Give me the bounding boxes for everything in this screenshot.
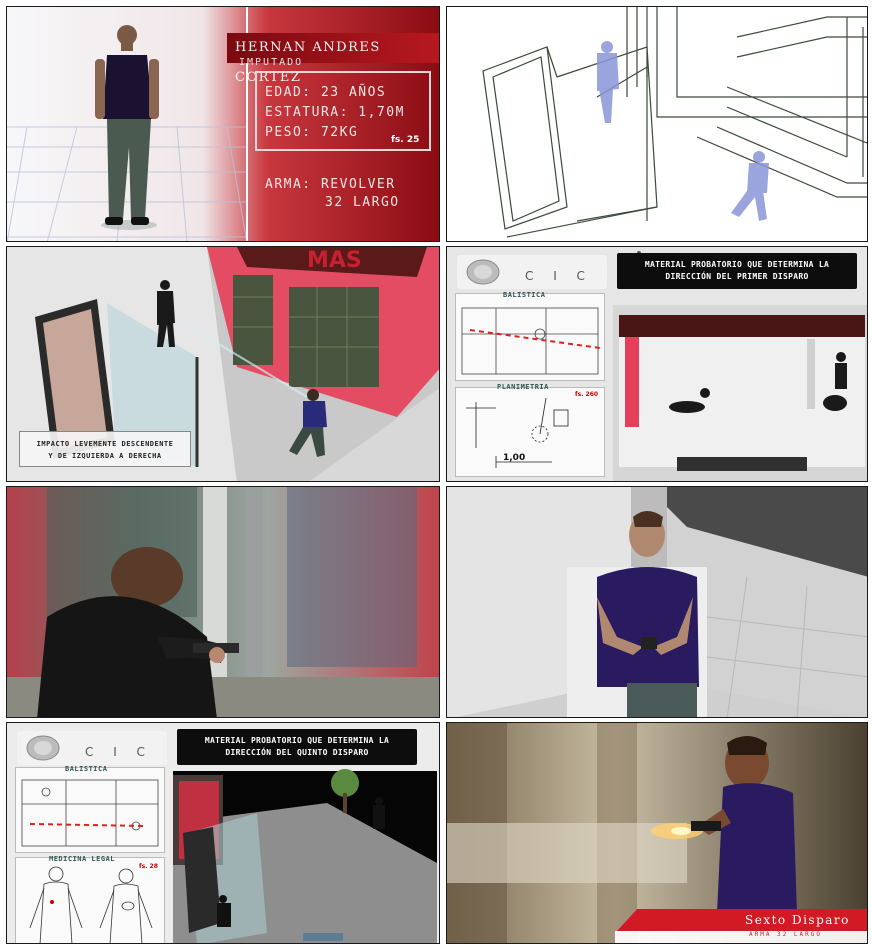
panel-sixth-shot: Sexto Disparo Arma 32 largo: [446, 722, 868, 944]
suspect-weapon-line2: 32 Largo: [325, 195, 400, 210]
sixth-shot-title: Sexto Disparo: [745, 913, 850, 927]
suspect-weight: Peso: 72kg: [265, 125, 359, 140]
planimetry-measure: 1,00: [503, 453, 526, 463]
evidence-title-line1: Material Probatorio que determina la: [644, 260, 830, 269]
trajectory-caption-line1: Impacto levemente descendente: [36, 440, 174, 448]
sixth-shot-subbar: [615, 931, 867, 943]
cic-emblem-icon: [466, 259, 500, 285]
planimetry-label: Planimetria: [497, 383, 549, 391]
suspect-fs-ref: fs. 25: [391, 135, 420, 145]
cic-logo-box-2: C I C: [17, 731, 167, 765]
planimetry-fs-ref: fs. 260: [575, 391, 599, 398]
forensic-reconstruction-grid: Hernan Andres Cortez Imputado Edad: 23 a…: [0, 0, 872, 947]
legal-medicine-label: Medicina Legal: [49, 855, 116, 863]
planimetry-sketch: [466, 397, 569, 468]
evidence-title-2-line1: Material Probatorio que determina la: [204, 736, 390, 745]
ballistics-label: Balistica: [503, 291, 546, 299]
cic-logo-text-2: C I C: [85, 745, 153, 759]
suspect-height: Estatura: 1,70m: [265, 105, 405, 120]
suspect-age: Edad: 23 años: [265, 85, 387, 100]
sixth-shot-subtitle: Arma 32 largo: [749, 931, 822, 938]
ballistics-sketch-2: [21, 779, 159, 847]
panel-evidence-fifth-shot: C I C Material Probatorio que determina …: [6, 722, 440, 944]
panel-street-scene: MAS Impacto levemente descendente y de i…: [6, 246, 440, 482]
panel-evidence-first-shot: C I C Material Probatorio que determina …: [446, 246, 868, 482]
planimetry-document: [455, 387, 605, 477]
indoor-render: [447, 487, 867, 717]
panel-suspect-profile: Hernan Andres Cortez Imputado Edad: 23 a…: [6, 6, 440, 242]
cic-emblem-icon-2: [26, 735, 60, 761]
ballistics-sketch: [461, 307, 601, 375]
svg-text:MAS: MAS: [307, 248, 362, 273]
evidence-title-2-line2: dirección del quinto disparo: [225, 748, 369, 757]
trajectory-caption-line2: y de izquierda a derecha: [48, 452, 162, 460]
suspect-role: Imputado: [239, 57, 304, 68]
ballistics-label-2: Balistica: [65, 765, 108, 773]
body-diagram-sketch: [29, 866, 153, 943]
legal-medicine-fs-ref: fs. 28: [139, 863, 158, 870]
evidence-title: Material Probatorio que determina la dir…: [617, 253, 857, 289]
trajectory-caption: Impacto levemente descendente y de izqui…: [19, 431, 191, 467]
ballistics-document-2: [15, 767, 165, 853]
panel-wireframe-scene: [446, 6, 868, 242]
panel-shooter-indoor: [446, 486, 868, 718]
panel-shooter-closeup: [6, 486, 440, 718]
suspect-weapon-line1: Arma: Revolver: [265, 177, 396, 192]
shooter-render: [7, 487, 439, 717]
cic-logo-text: C I C: [525, 269, 593, 283]
legal-medicine-document: [15, 857, 165, 943]
ballistics-document: [455, 293, 605, 381]
evidence-title-2: Material Probatorio que determina la dir…: [177, 729, 417, 765]
wireframe-render: [447, 7, 867, 241]
evidence-title-line2: dirección del primer disparo: [665, 272, 809, 281]
cic-logo-box: C I C: [457, 255, 607, 289]
